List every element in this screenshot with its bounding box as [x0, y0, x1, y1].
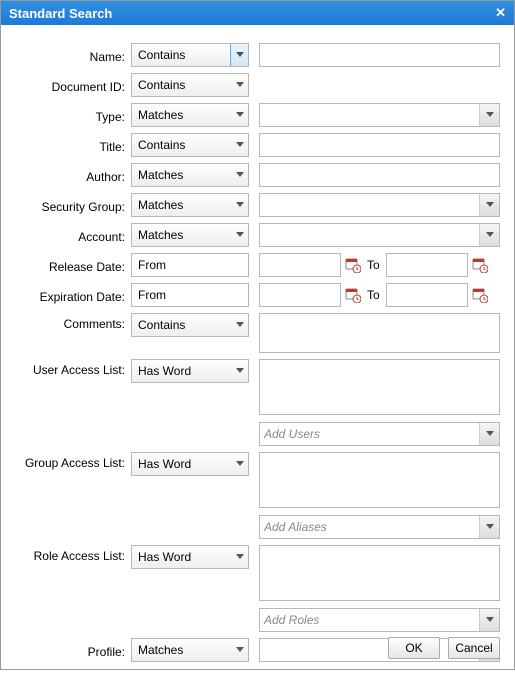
label-ual: User Access List:: [15, 359, 131, 377]
select-type[interactable]: [259, 103, 500, 127]
ok-button[interactable]: OK: [388, 637, 440, 659]
operator-type-value: Matches: [138, 108, 183, 122]
chevron-down-icon: [230, 134, 248, 156]
operator-reldate-value: From: [138, 258, 166, 272]
label-account: Account:: [15, 226, 131, 244]
label-title: Title:: [15, 136, 131, 154]
operator-gal[interactable]: Has Word: [131, 452, 249, 476]
chevron-down-icon: [230, 639, 248, 661]
label-expdate: Expiration Date:: [15, 286, 131, 304]
chevron-down-icon: [230, 314, 248, 336]
operator-ral-value: Has Word: [138, 550, 191, 564]
label-reldate: Release Date:: [15, 256, 131, 274]
chevron-down-icon: [230, 104, 248, 126]
input-comments[interactable]: [259, 313, 500, 353]
operator-type[interactable]: Matches: [131, 103, 249, 127]
title-bar: Standard Search ✕: [1, 1, 514, 25]
chevron-down-icon: [230, 194, 248, 216]
operator-profile-value: Matches: [138, 643, 183, 657]
label-author: Author:: [15, 166, 131, 184]
operator-ual[interactable]: Has Word: [131, 359, 249, 383]
operator-comments-value: Contains: [138, 318, 185, 332]
operator-author-value: Matches: [138, 168, 183, 182]
chevron-down-icon: [230, 546, 248, 568]
label-profile: Profile:: [15, 641, 131, 659]
chevron-down-icon: [479, 104, 499, 126]
operator-docid-value: Contains: [138, 78, 185, 92]
operator-profile[interactable]: Matches: [131, 638, 249, 662]
placeholder-add-aliases: Add Aliases: [264, 520, 327, 534]
select-add-roles[interactable]: Add Roles: [259, 608, 500, 632]
chevron-down-icon: [479, 224, 499, 246]
operator-expdate-value: From: [138, 288, 166, 302]
chevron-down-icon: [230, 164, 248, 186]
cancel-button[interactable]: Cancel: [448, 637, 500, 659]
label-comments: Comments:: [15, 313, 131, 331]
operator-ual-value: Has Word: [138, 364, 191, 378]
chevron-down-icon: [230, 44, 248, 66]
input-reldate-to[interactable]: [386, 253, 468, 277]
input-ral[interactable]: [259, 545, 500, 601]
operator-secgroup[interactable]: Matches: [131, 193, 249, 217]
select-add-users[interactable]: Add Users: [259, 422, 500, 446]
operator-name-value: Contains: [138, 48, 185, 62]
calendar-icon[interactable]: [345, 287, 361, 303]
close-icon[interactable]: ✕: [495, 5, 506, 21]
operator-title[interactable]: Contains: [131, 133, 249, 157]
chevron-down-icon: [479, 609, 499, 631]
operator-account[interactable]: Matches: [131, 223, 249, 247]
input-expdate-to[interactable]: [386, 283, 468, 307]
input-author[interactable]: [259, 163, 500, 187]
chevron-down-icon: [479, 423, 499, 445]
select-account[interactable]: [259, 223, 500, 247]
calendar-icon[interactable]: [345, 257, 361, 273]
operator-docid[interactable]: Contains: [131, 73, 249, 97]
operator-ral[interactable]: Has Word: [131, 545, 249, 569]
calendar-icon[interactable]: [472, 287, 488, 303]
placeholder-add-users: Add Users: [264, 427, 320, 441]
label-type: Type:: [15, 106, 131, 124]
input-expdate-from[interactable]: [259, 283, 341, 307]
select-secgroup[interactable]: [259, 193, 500, 217]
label-docid: Document ID:: [15, 76, 131, 94]
label-to: To: [365, 288, 382, 302]
input-ual[interactable]: [259, 359, 500, 415]
placeholder-add-roles: Add Roles: [264, 613, 319, 627]
operator-expdate[interactable]: From: [131, 283, 249, 307]
calendar-icon[interactable]: [472, 257, 488, 273]
operator-title-value: Contains: [138, 138, 185, 152]
operator-secgroup-value: Matches: [138, 198, 183, 212]
input-gal[interactable]: [259, 452, 500, 508]
operator-gal-value: Has Word: [138, 457, 191, 471]
chevron-down-icon: [230, 360, 248, 382]
input-title[interactable]: [259, 133, 500, 157]
label-ral: Role Access List:: [15, 545, 131, 563]
operator-name[interactable]: Contains: [131, 43, 249, 67]
label-to: To: [365, 258, 382, 272]
chevron-down-icon: [230, 224, 248, 246]
operator-comments[interactable]: Contains: [131, 313, 249, 337]
chevron-down-icon: [230, 74, 248, 96]
operator-account-value: Matches: [138, 228, 183, 242]
operator-author[interactable]: Matches: [131, 163, 249, 187]
chevron-down-icon: [479, 194, 499, 216]
operator-reldate[interactable]: From: [131, 253, 249, 277]
chevron-down-icon: [230, 453, 248, 475]
standard-search-dialog: Standard Search ✕ Name: Contains Documen…: [0, 0, 515, 670]
select-add-aliases[interactable]: Add Aliases: [259, 515, 500, 539]
dialog-title: Standard Search: [9, 6, 112, 21]
label-gal: Group Access List:: [15, 452, 131, 470]
input-reldate-from[interactable]: [259, 253, 341, 277]
chevron-down-icon: [479, 516, 499, 538]
label-name: Name:: [15, 46, 131, 64]
input-name[interactable]: [259, 43, 500, 67]
label-secgroup: Security Group:: [15, 196, 131, 214]
